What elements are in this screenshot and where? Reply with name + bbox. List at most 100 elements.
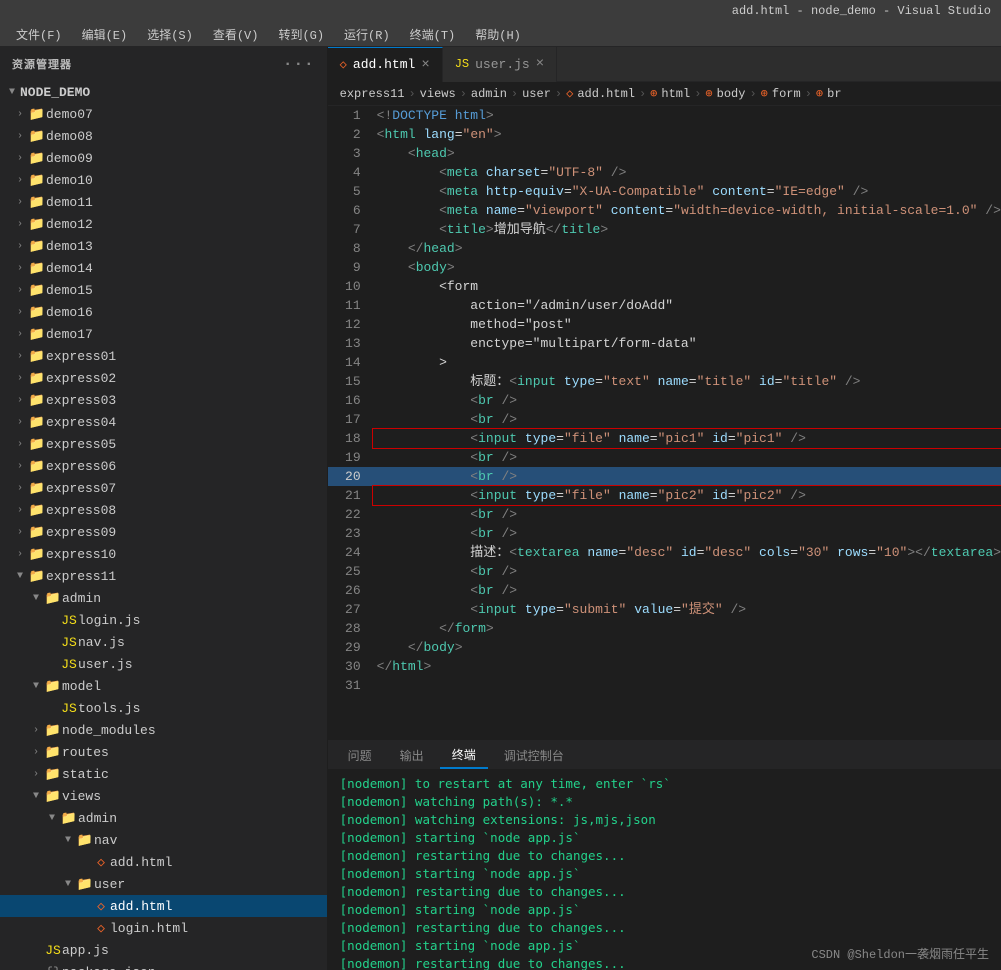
code-line-26[interactable]: 26 <br /> <box>328 581 1001 600</box>
code-line-5[interactable]: 5 <meta http-equiv="X-UA-Compatible" con… <box>328 182 1001 201</box>
sidebar-item-model[interactable]: ▼ 📁 model <box>0 675 327 697</box>
code-line-18[interactable]: 18 <input type="file" name="pic1" id="pi… <box>328 429 1001 448</box>
code-line-24[interactable]: 24 描述：<textarea name="desc" id="desc" co… <box>328 543 1001 562</box>
sidebar-item-routes[interactable]: › 📁 routes <box>0 741 327 763</box>
sidebar-item-demo17[interactable]: › 📁 demo17 <box>0 323 327 345</box>
folder-icon: 📁 <box>28 437 46 452</box>
code-line-30[interactable]: 30</html> <box>328 657 1001 676</box>
code-line-29[interactable]: 29 </body> <box>328 638 1001 657</box>
sidebar-item-express01[interactable]: › 📁 express01 <box>0 345 327 367</box>
sidebar-item-demo10[interactable]: › 📁 demo10 <box>0 169 327 191</box>
sidebar-item-root[interactable]: ▼ NODE_DEMO <box>0 81 327 103</box>
code-line-28[interactable]: 28 </form> <box>328 619 1001 638</box>
code-line-15[interactable]: 15 标题：<input type="text" name="title" id… <box>328 372 1001 391</box>
code-line-25[interactable]: 25 <br /> <box>328 562 1001 581</box>
sidebar-item-demo07[interactable]: › 📁 demo07 <box>0 103 327 125</box>
code-line-12[interactable]: 12 method="post" <box>328 315 1001 334</box>
code-line-11[interactable]: 11 action="/admin/user/doAdd" <box>328 296 1001 315</box>
sidebar-item-user-folder[interactable]: ▼ 📁 user <box>0 873 327 895</box>
sidebar-item-views-admin[interactable]: ▼ 📁 admin <box>0 807 327 829</box>
menu-view[interactable]: 查看(V) <box>205 24 267 45</box>
code-line-3[interactable]: 3 <head> <box>328 144 1001 163</box>
sidebar-item-express11[interactable]: ▼ 📁 express11 <box>0 565 327 587</box>
menu-goto[interactable]: 转到(G) <box>270 24 332 45</box>
sidebar-item-demo11[interactable]: › 📁 demo11 <box>0 191 327 213</box>
sidebar-item-express04[interactable]: › 📁 express04 <box>0 411 327 433</box>
menu-select[interactable]: 选择(S) <box>139 24 201 45</box>
line-content: > <box>373 353 1001 372</box>
code-line-8[interactable]: 8 </head> <box>328 239 1001 258</box>
sidebar-item-demo12[interactable]: › 📁 demo12 <box>0 213 327 235</box>
code-line-19[interactable]: 19 <br /> <box>328 448 1001 467</box>
code-line-16[interactable]: 16 <br /> <box>328 391 1001 410</box>
sidebar-item-demo08[interactable]: › 📁 demo08 <box>0 125 327 147</box>
sidebar-item-demo13[interactable]: › 📁 demo13 <box>0 235 327 257</box>
sidebar-more-button[interactable]: ··· <box>283 55 315 73</box>
sidebar-item-nav[interactable]: ▼ 📁 nav <box>0 829 327 851</box>
menu-terminal[interactable]: 终端(T) <box>402 24 464 45</box>
sidebar-item-nav-js[interactable]: JS nav.js <box>0 631 327 653</box>
code-line-13[interactable]: 13 enctype="multipart/form-data" <box>328 334 1001 353</box>
code-line-17[interactable]: 17 <br /> <box>328 410 1001 429</box>
menu-edit[interactable]: 编辑(E) <box>74 24 136 45</box>
code-line-23[interactable]: 23 <br /> <box>328 524 1001 543</box>
code-line-2[interactable]: 2<html lang="en"> <box>328 125 1001 144</box>
sidebar-tree[interactable]: ▼ NODE_DEMO › 📁 demo07 › 📁 demo08 › 📁 de… <box>0 81 327 970</box>
panel-tab-problems[interactable]: 问题 <box>336 743 384 768</box>
tab-close-button[interactable]: × <box>421 58 429 72</box>
line-content: <input type="file" name="pic2" id="pic2"… <box>373 486 1001 505</box>
menu-bar: 文件(F) 编辑(E) 选择(S) 查看(V) 转到(G) 运行(R) 终端(T… <box>0 22 1001 47</box>
code-line-14[interactable]: 14 > <box>328 353 1001 372</box>
sidebar-item-package-json[interactable]: {} package.json <box>0 961 327 970</box>
sidebar-item-express03[interactable]: › 📁 express03 <box>0 389 327 411</box>
sidebar-item-express09[interactable]: › 📁 express09 <box>0 521 327 543</box>
panel-tab-debug[interactable]: 调试控制台 <box>492 743 576 768</box>
sidebar-item-static[interactable]: › 📁 static <box>0 763 327 785</box>
code-line-10[interactable]: 10 <form <box>328 277 1001 296</box>
sidebar-item-demo16[interactable]: › 📁 demo16 <box>0 301 327 323</box>
sidebar-item-express02[interactable]: › 📁 express02 <box>0 367 327 389</box>
code-line-22[interactable]: 22 <br /> <box>328 505 1001 524</box>
sidebar-item-express05[interactable]: › 📁 express05 <box>0 433 327 455</box>
js-icon: JS <box>44 943 62 958</box>
code-line-20[interactable]: 20 <br /> <box>328 467 1001 486</box>
sidebar-item-user-add-html[interactable]: ◇ add.html <box>0 895 327 917</box>
tab-user-js[interactable]: JS user.js × <box>443 47 557 82</box>
folder-icon: 📁 <box>28 173 46 188</box>
code-line-7[interactable]: 7 <title>增加导航</title> <box>328 220 1001 239</box>
tab-add-html[interactable]: ◇ add.html × <box>328 47 443 82</box>
panel-tab-terminal[interactable]: 终端 <box>440 742 488 769</box>
sidebar-item-nav-add-html[interactable]: ◇ add.html <box>0 851 327 873</box>
sidebar-item-express08[interactable]: › 📁 express08 <box>0 499 327 521</box>
code-line-9[interactable]: 9 <body> <box>328 258 1001 277</box>
code-line-27[interactable]: 27 <input type="submit" value="提交" /> <box>328 600 1001 619</box>
sidebar-item-demo15[interactable]: › 📁 demo15 <box>0 279 327 301</box>
menu-help[interactable]: 帮助(H) <box>467 24 529 45</box>
code-line-1[interactable]: 1<!DOCTYPE html> <box>328 106 1001 125</box>
sidebar-item-user-js[interactable]: JS user.js <box>0 653 327 675</box>
code-line-31[interactable]: 31 <box>328 676 1001 695</box>
sidebar-item-login-html[interactable]: ◇ login.html <box>0 917 327 939</box>
sidebar-item-views[interactable]: ▼ 📁 views <box>0 785 327 807</box>
sidebar-item-express07[interactable]: › 📁 express07 <box>0 477 327 499</box>
sidebar-item-express06[interactable]: › 📁 express06 <box>0 455 327 477</box>
tab-close-button[interactable]: × <box>536 57 544 71</box>
sidebar-item-express10[interactable]: › 📁 express10 <box>0 543 327 565</box>
sidebar-item-demo09[interactable]: › 📁 demo09 <box>0 147 327 169</box>
sidebar-item-login-js[interactable]: JS login.js <box>0 609 327 631</box>
code-editor[interactable]: 1<!DOCTYPE html>2<html lang="en">3 <head… <box>328 106 1001 740</box>
menu-run[interactable]: 运行(R) <box>336 24 398 45</box>
terminal-content[interactable]: [nodemon] to restart at any time, enter … <box>328 769 1001 970</box>
code-line-6[interactable]: 6 <meta name="viewport" content="width=d… <box>328 201 1001 220</box>
sidebar-item-demo14[interactable]: › 📁 demo14 <box>0 257 327 279</box>
sidebar-item-admin[interactable]: ▼ 📁 admin <box>0 587 327 609</box>
code-line-4[interactable]: 4 <meta charset="UTF-8" /> <box>328 163 1001 182</box>
sidebar-item-app-js[interactable]: JS app.js <box>0 939 327 961</box>
code-line-21[interactable]: 21 <input type="file" name="pic2" id="pi… <box>328 486 1001 505</box>
breadcrumb-views: views <box>420 87 456 101</box>
panel-tab-output[interactable]: 输出 <box>388 743 436 768</box>
sidebar-item-node-modules[interactable]: › 📁 node_modules <box>0 719 327 741</box>
sidebar-item-tools-js[interactable]: JS tools.js <box>0 697 327 719</box>
breadcrumb-html-icon: ◇ <box>566 86 573 101</box>
menu-file[interactable]: 文件(F) <box>8 24 70 45</box>
